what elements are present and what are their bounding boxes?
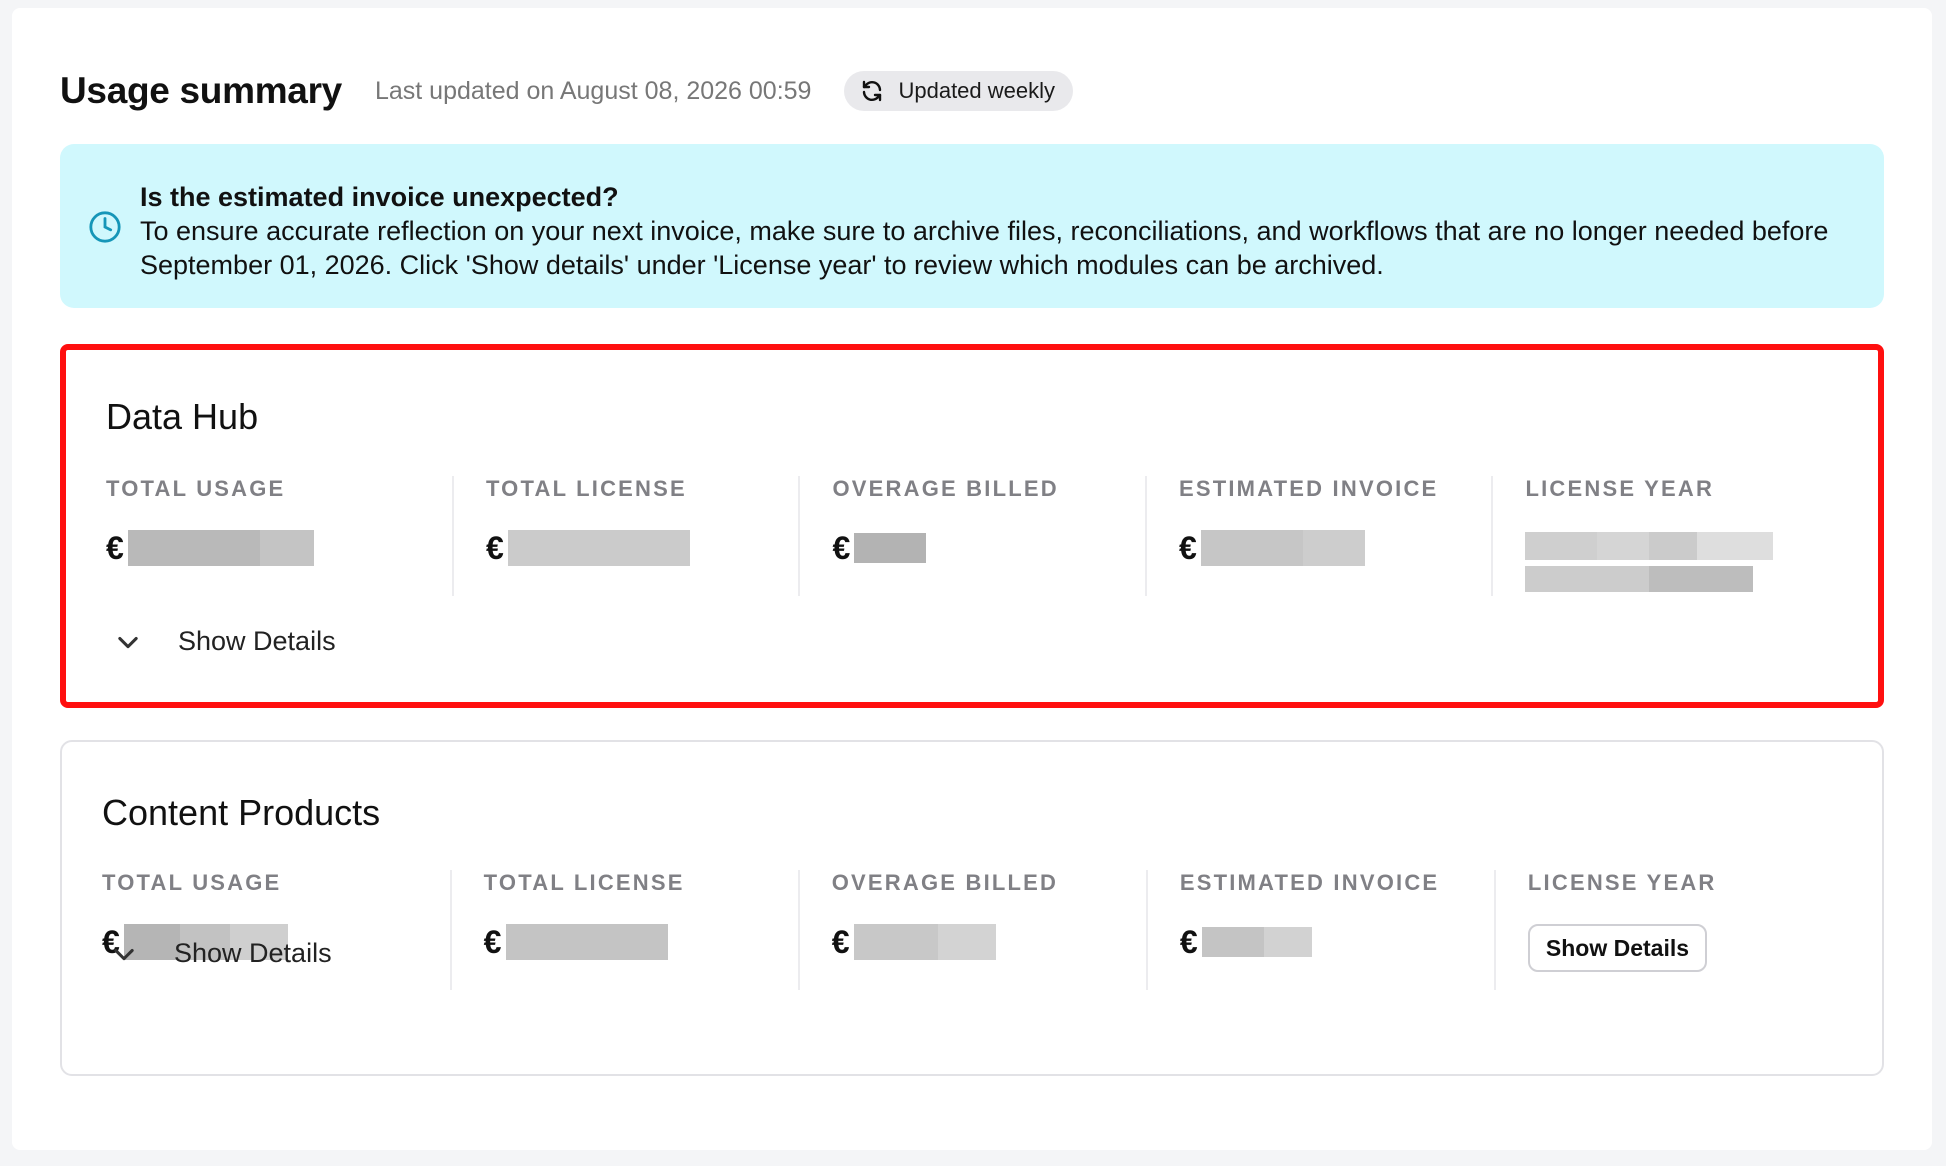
metric-license-year: LICENSE YEAR bbox=[1491, 476, 1838, 596]
metric-value: € bbox=[1180, 924, 1494, 960]
page-title: Usage summary bbox=[60, 70, 342, 111]
currency-symbol: € bbox=[106, 529, 124, 566]
metric-value: € bbox=[484, 924, 798, 960]
metric-label: OVERAGE BILLED bbox=[831, 870, 1059, 895]
redacted-value bbox=[853, 924, 996, 960]
data-hub-card: Data Hub TOTAL USAGE € TOTAL LICENSE € O… bbox=[60, 344, 1884, 708]
metric-label: TOTAL USAGE bbox=[106, 476, 286, 501]
redacted-value bbox=[128, 530, 314, 566]
redacted-value bbox=[505, 924, 668, 960]
currency-symbol: € bbox=[483, 923, 502, 960]
refresh-icon bbox=[863, 80, 882, 102]
metric-total-license: TOTAL LICENSE € bbox=[451, 476, 799, 596]
currency-symbol: € bbox=[485, 529, 504, 566]
redacted-license-year bbox=[1525, 532, 1838, 592]
chevron-down-icon bbox=[114, 948, 134, 960]
metric-estimated-invoice: ESTIMATED INVOICE € bbox=[1145, 870, 1494, 990]
currency-symbol: € bbox=[1179, 923, 1198, 960]
metric-label: ESTIMATED INVOICE bbox=[1178, 476, 1439, 501]
usage-summary-page: Usage summary Last updated on August 08,… bbox=[12, 8, 1932, 1150]
metric-estimated-invoice: ESTIMATED INVOICE € bbox=[1144, 476, 1492, 596]
card-title-content-products: Content Products bbox=[102, 792, 381, 833]
banner-message: To ensure accurate reflection on your ne… bbox=[140, 216, 1829, 280]
metric-license-year: LICENSE YEAR Show Details bbox=[1493, 870, 1842, 990]
metric-value: € bbox=[1179, 530, 1492, 566]
currency-symbol: € bbox=[1178, 529, 1197, 566]
show-details-label: Show Details bbox=[178, 626, 336, 656]
header: Usage summary Last updated on August 08,… bbox=[60, 66, 1074, 116]
clock-icon bbox=[89, 211, 121, 243]
currency-symbol: € bbox=[832, 529, 851, 566]
metric-total-usage: TOTAL USAGE € bbox=[102, 870, 450, 990]
chevron-down-icon bbox=[118, 636, 138, 648]
metric-value: € bbox=[832, 530, 1145, 566]
metric-value: € bbox=[106, 530, 452, 566]
metric-label: TOTAL LICENSE bbox=[483, 870, 685, 895]
metric-label: OVERAGE BILLED bbox=[832, 476, 1059, 501]
content-products-card: Content Products TOTAL USAGE € TOTAL LIC… bbox=[60, 740, 1884, 1076]
data-hub-show-details-toggle[interactable]: Show Details bbox=[114, 626, 336, 657]
metric-total-license: TOTAL LICENSE € bbox=[449, 870, 798, 990]
metric-value: € bbox=[832, 924, 1146, 960]
update-frequency-badge: Updated weekly bbox=[844, 71, 1074, 111]
license-year-show-details-button[interactable]: Show Details bbox=[1527, 924, 1708, 972]
metric-label: LICENSE YEAR bbox=[1525, 476, 1715, 501]
card-title-data-hub: Data Hub bbox=[106, 396, 259, 437]
info-banner: Is the estimated invoice unexpected? To … bbox=[60, 144, 1884, 308]
redacted-value bbox=[1201, 927, 1312, 957]
currency-symbol: € bbox=[831, 923, 850, 960]
metric-label: ESTIMATED INVOICE bbox=[1179, 870, 1440, 895]
metric-label: LICENSE YEAR bbox=[1527, 870, 1717, 895]
banner-title: Is the estimated invoice unexpected? bbox=[140, 182, 619, 212]
last-updated-text: Last updated on August 08, 2026 00:59 bbox=[374, 76, 812, 105]
update-frequency-label: Updated weekly bbox=[898, 78, 1056, 103]
metric-label: TOTAL USAGE bbox=[102, 870, 282, 895]
banner-text: Is the estimated invoice unexpected? To … bbox=[140, 180, 1844, 282]
metric-value: € bbox=[486, 530, 799, 566]
content-products-show-details-toggle[interactable]: Show Details bbox=[110, 938, 332, 969]
redacted-value bbox=[1200, 530, 1365, 566]
metric-overage-billed: OVERAGE BILLED € bbox=[797, 870, 1146, 990]
show-details-label: Show Details bbox=[174, 938, 332, 968]
redacted-value bbox=[854, 533, 927, 563]
metric-label: TOTAL LICENSE bbox=[485, 476, 687, 501]
metric-total-usage: TOTAL USAGE € bbox=[106, 476, 452, 596]
metric-overage-billed: OVERAGE BILLED € bbox=[798, 476, 1145, 596]
redacted-value bbox=[507, 530, 690, 566]
